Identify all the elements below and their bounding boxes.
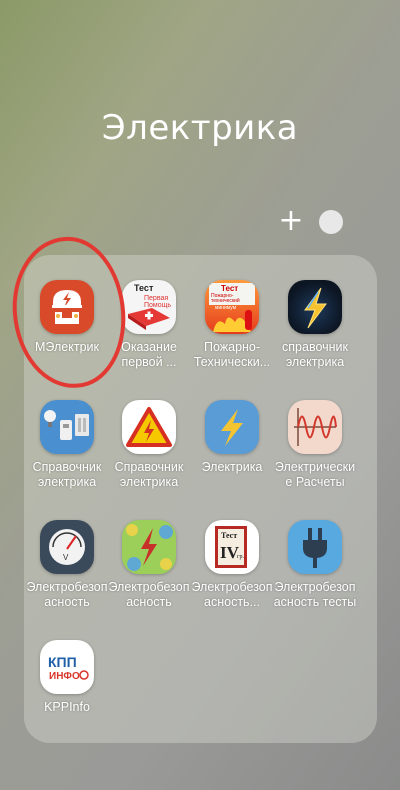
app-electrosafety-gauge[interactable]: V Электробезоп асность (22, 520, 112, 610)
icon-text: Тест (134, 283, 154, 293)
power-plug-icon (288, 520, 342, 574)
icon-text: гр. (237, 554, 244, 560)
high-voltage-warning-icon (122, 400, 176, 454)
lightning-dark-icon (288, 280, 342, 334)
app-electrosafety-tests[interactable]: Электробезоп асность тесты (270, 520, 360, 610)
app-label: справочник электрика (282, 340, 348, 369)
app-label: Электрика (201, 460, 263, 474)
app-label: Электробезоп асность (26, 580, 108, 609)
icon-text: Тест (221, 284, 238, 293)
app-label: Пожарно- Технически... (193, 340, 271, 369)
app-label: Электрически е Расчеты (274, 460, 356, 489)
lightning-blue-icon (205, 400, 259, 454)
icon-text: Тест (221, 531, 237, 540)
first-aid-test-icon: Тест Первая Помощь (122, 280, 176, 334)
icon-text: КПП (48, 654, 77, 670)
add-apps-button[interactable]: + (277, 206, 305, 236)
voltmeter-gauge-icon: V (40, 520, 94, 574)
icon-text: Первая (144, 295, 168, 302)
app-label: KPPInfo (44, 700, 90, 714)
app-label: Справочник электрика (32, 460, 102, 489)
app-kppinfo[interactable]: КПП ИНФО KPPInfo (22, 640, 112, 715)
folder-title[interactable]: Электрика (0, 108, 400, 148)
app-electrosafety-pattern[interactable]: Электробезоп асность (104, 520, 194, 610)
folder-color-button[interactable] (319, 210, 343, 234)
app-fire-safety[interactable]: Тест Пожарно- технический минимум Пожарн… (187, 280, 277, 370)
kpp-info-icon: КПП ИНФО (40, 640, 94, 694)
svg-text:V: V (63, 553, 69, 562)
icon-text: ИНФО (49, 671, 80, 682)
icon-text: технический (211, 297, 240, 304)
app-spravochnik-devices[interactable]: Справочник электрика (22, 400, 112, 490)
app-label: Электробезоп асность (108, 580, 190, 609)
app-electrical-calcs[interactable]: Электрически е Расчеты (270, 400, 360, 490)
app-spravochnik-elektrika-dark[interactable]: справочник электрика (270, 280, 360, 370)
icon-text: Помощь (144, 302, 171, 309)
sine-wave-icon (288, 400, 342, 454)
app-elektrika[interactable]: Электрика (187, 400, 277, 475)
fire-safety-test-icon: Тест Пожарно- технический минимум (205, 280, 259, 334)
electrical-devices-icon (40, 400, 94, 454)
app-electrosafety-test-book[interactable]: Тест IV гр. Электробезоп асность... (187, 520, 277, 610)
app-spravochnik-warning[interactable]: Справочник электрика (104, 400, 194, 490)
app-label: Справочник электрика (114, 460, 184, 489)
test-book-iv-icon: Тест IV гр. (205, 520, 259, 574)
app-label: Электробезоп асность... (191, 580, 273, 609)
app-label: Электробезоп асность тесты (273, 580, 357, 609)
lightning-pattern-icon (122, 520, 176, 574)
icon-text: минимум (215, 305, 237, 311)
